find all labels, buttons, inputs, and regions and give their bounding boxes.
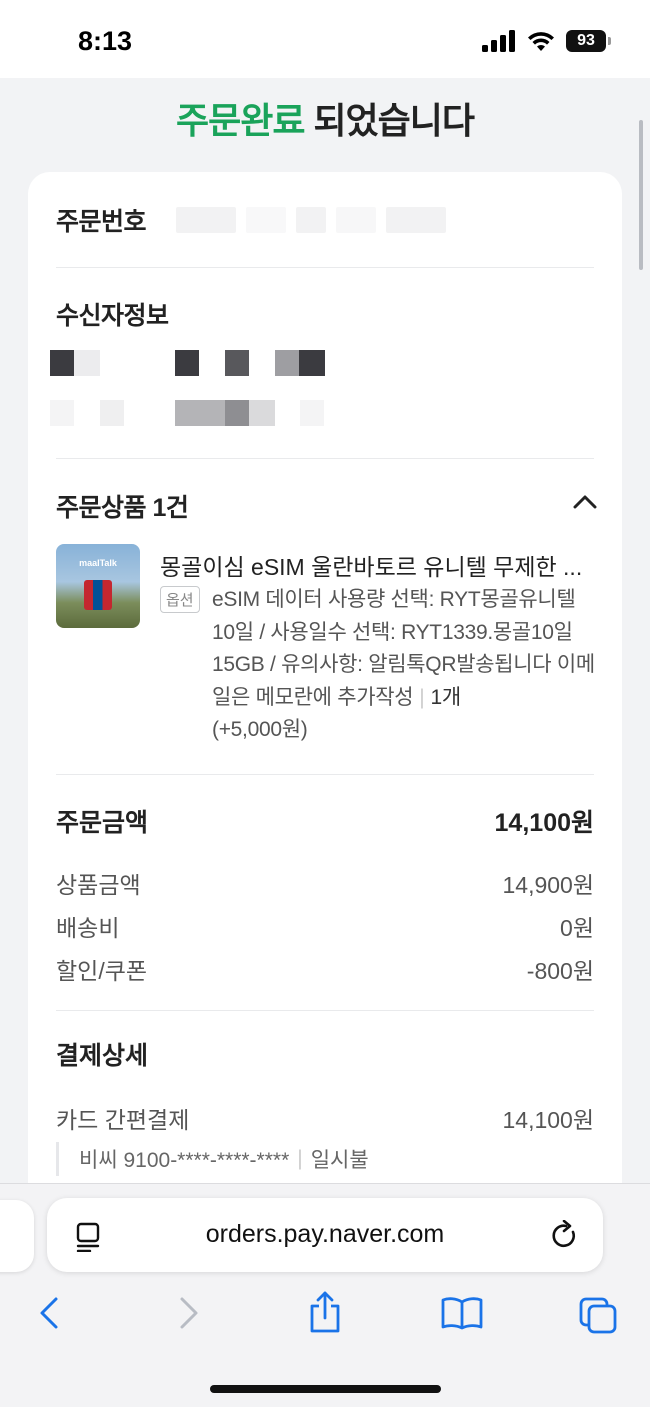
products-label: 주문상품 1건 (56, 494, 189, 522)
previous-tab-preview[interactable] (0, 1200, 34, 1272)
payment-method-label: 카드 간편결제 (56, 1107, 190, 1133)
separator: | (419, 685, 425, 709)
scroll-indicator[interactable] (639, 120, 643, 270)
amount-row-product: 상품금액 14,900원 (56, 861, 594, 904)
divider (56, 458, 594, 459)
installment: 일시불 (310, 1149, 369, 1172)
amount-label: 상품금액 (56, 871, 141, 898)
mongolia-flag-icon (84, 580, 112, 610)
separator: | (297, 1147, 303, 1170)
product-brand: maalTalk (79, 558, 117, 568)
payment-method-value: 14,100원 (502, 1107, 594, 1133)
order-number-redacted (176, 206, 447, 233)
amount-value: 14,900원 (502, 871, 594, 898)
payment-label: 결제상세 (56, 1042, 149, 1070)
page-title: 주문완료 되었습니다 (0, 92, 650, 144)
chevron-up-icon[interactable] (572, 492, 598, 510)
option-text-block: eSIM 데이터 사용량 선택: RYT몽골유니텔 10일 / 사용일수 선택:… (212, 584, 597, 747)
page-title-rest: 되었습니다 (304, 100, 475, 141)
extra-price: (+5,000원) (212, 718, 308, 741)
home-indicator[interactable] (210, 1385, 441, 1393)
reload-icon[interactable] (551, 1220, 579, 1250)
amount-value: 0원 (560, 914, 594, 941)
url-text[interactable]: orders.pay.naver.com (47, 1220, 603, 1249)
option-badge: 옵션 (160, 586, 200, 613)
forward-icon[interactable] (176, 1296, 202, 1330)
tabs-icon[interactable] (578, 1296, 620, 1334)
order-total-label: 주문금액 (56, 809, 149, 837)
order-number-label: 주문번호 (56, 207, 147, 236)
share-icon[interactable] (308, 1290, 342, 1334)
recipient-label: 수신자정보 (56, 302, 169, 330)
browser-toolbar: orders.pay.naver.com (0, 1183, 650, 1407)
product-name[interactable]: 몽골이심 eSIM 울란바토르 유니텔 무제한 ... (160, 548, 590, 582)
option-text: eSIM 데이터 사용량 선택: RYT몽골유니텔 10일 / 사용일수 선택:… (212, 588, 595, 709)
wifi-icon (528, 32, 554, 51)
amounts-section: 주문금액 14,100원 상품금액 14,900원 배송비 0원 할인/쿠폰 -… (56, 802, 594, 990)
status-icons: 93 (482, 30, 611, 52)
battery-icon: 93 (566, 30, 611, 52)
order-total-row: 주문금액 14,100원 (56, 802, 594, 840)
status-bar: 8:13 93 (0, 0, 650, 78)
bookmarks-icon[interactable] (440, 1296, 484, 1330)
amount-row-discount: 할인/쿠폰 -800원 (56, 947, 594, 990)
amount-label: 배송비 (56, 914, 120, 941)
address-bar[interactable]: orders.pay.naver.com (47, 1198, 603, 1272)
page-title-accent: 주문완료 (175, 100, 305, 141)
card-info: 비씨 9100-****-****-**** | 일시불 (56, 1142, 594, 1176)
payment-section: 결제상세 카드 간편결제 14,100원 비씨 9100-****-****-*… (56, 1036, 594, 1176)
amount-value: -800원 (526, 957, 594, 984)
payment-method-row: 카드 간편결제 14,100원 (56, 1096, 594, 1140)
status-time: 8:13 (78, 26, 133, 56)
back-icon[interactable] (36, 1296, 62, 1330)
order-total-value: 14,100원 (494, 809, 594, 837)
quantity: 1개 (430, 685, 461, 709)
cellular-signal-icon (482, 30, 515, 52)
amount-label: 할인/쿠폰 (56, 957, 148, 984)
order-number-section: 주문번호 (56, 172, 594, 268)
card-number: 비씨 9100-****-****-**** (79, 1149, 290, 1172)
product-thumbnail[interactable]: maalTalk (56, 544, 140, 628)
battery-level: 93 (577, 32, 595, 49)
divider (56, 774, 594, 775)
amount-row-shipping: 배송비 0원 (56, 904, 594, 947)
divider (56, 1010, 594, 1011)
